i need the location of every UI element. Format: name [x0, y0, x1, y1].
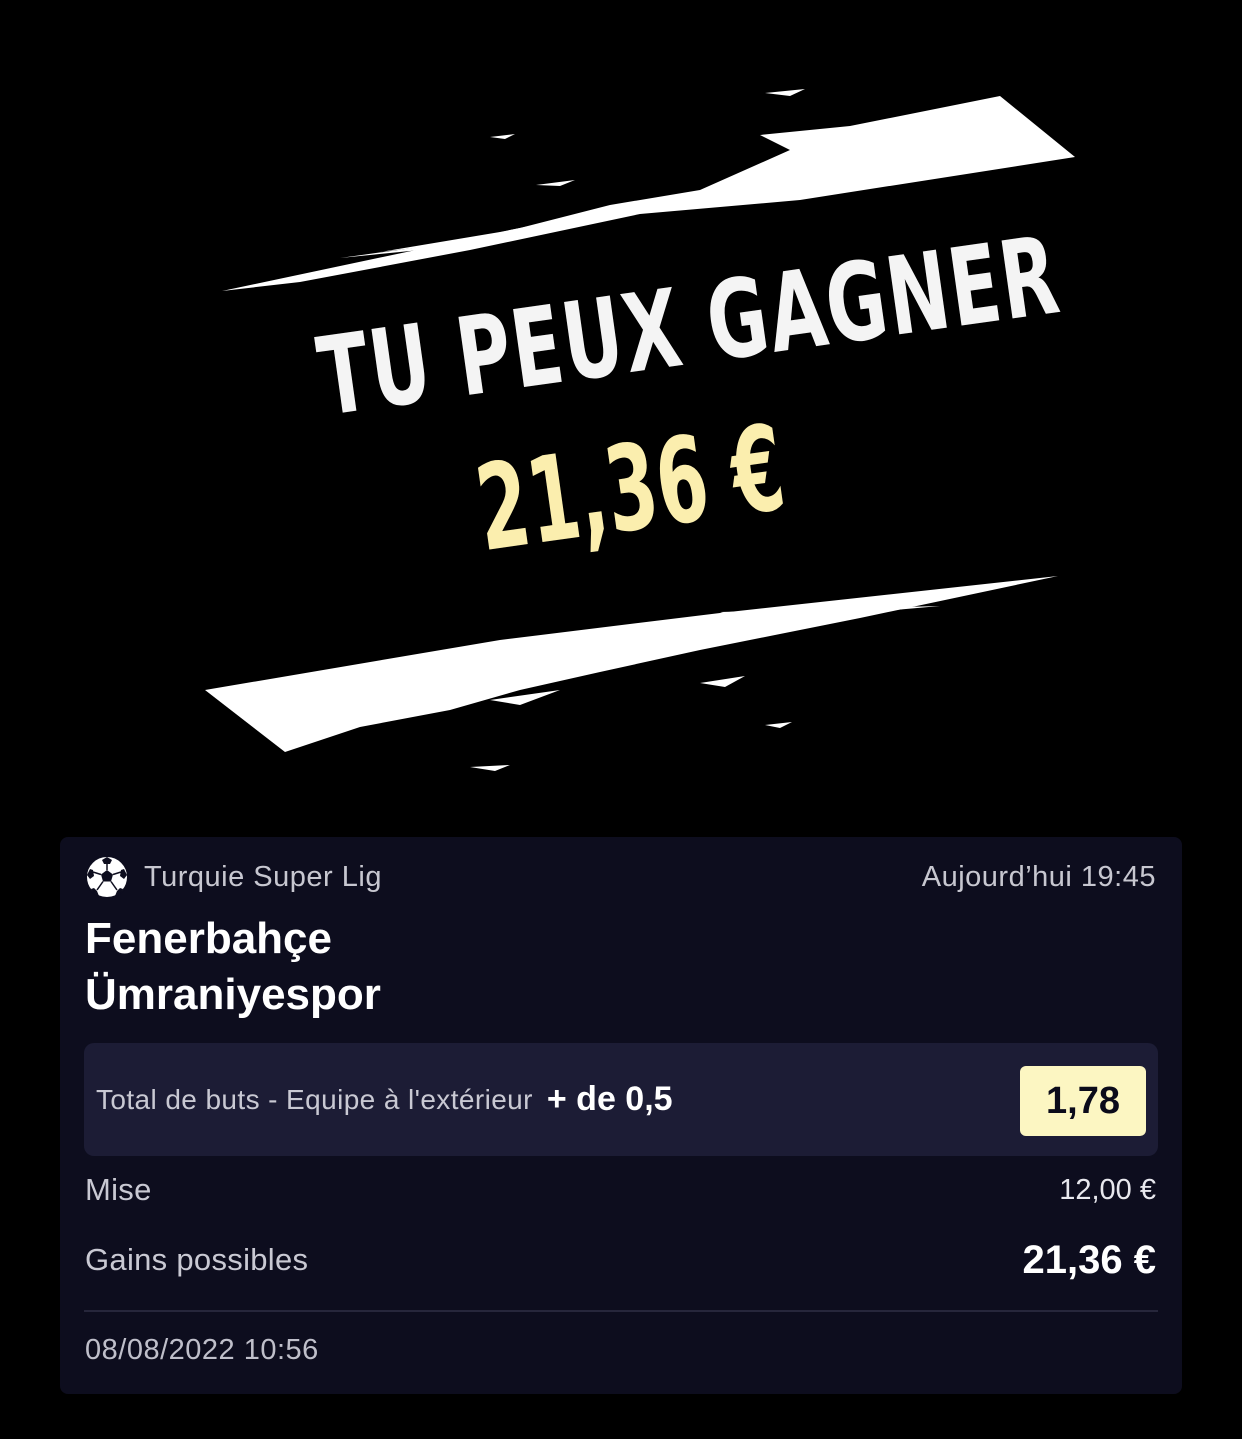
home-team: Fenerbahçe [85, 914, 332, 963]
market-label: Total de buts - Equipe à l'extérieur [96, 1083, 533, 1115]
bet-selection[interactable]: Total de buts - Equipe à l'extérieur + d… [84, 1043, 1158, 1156]
market-pick: + de 0,5 [546, 1080, 673, 1118]
stake-value: 12,00 € [1059, 1173, 1156, 1206]
market-info: Total de buts - Equipe à l'extérieur + d… [96, 1043, 673, 1156]
stake-label: Mise [85, 1172, 152, 1207]
divider [84, 1310, 1158, 1312]
bet-placed-timestamp: 08/08/2022 10:56 [85, 1334, 319, 1366]
potential-gains-value: 21,36 € [1022, 1237, 1156, 1282]
promo-banner: TU PEUX GAGNER 21,36 € [0, 0, 1242, 820]
match-teams: Fenerbahçe Ümraniyespor [85, 911, 381, 1023]
away-team: Ümraniyespor [85, 970, 381, 1019]
odds-button[interactable]: 1,78 [1020, 1066, 1146, 1136]
potential-gains-label: Gains possibles [85, 1242, 309, 1277]
bet-slip-card[interactable]: Turquie Super Lig Aujourd’hui 19:45 Fene… [60, 837, 1182, 1394]
stake-row: Mise 12,00 € [85, 1167, 1156, 1213]
match-time: Aujourd’hui 19:45 [921, 860, 1156, 893]
league-name: Turquie Super Lig [144, 860, 382, 893]
potential-gains-row: Gains possibles 21,36 € [85, 1233, 1156, 1287]
bet-card-header: Turquie Super Lig Aujourd’hui 19:45 [84, 855, 1156, 899]
league-info: Turquie Super Lig [84, 854, 382, 900]
soccer-ball-icon [84, 854, 130, 900]
